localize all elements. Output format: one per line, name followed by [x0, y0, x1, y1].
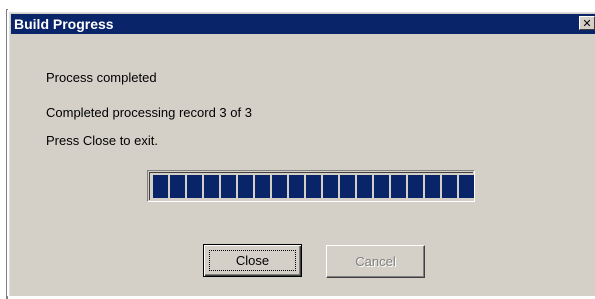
title-bar[interactable]: Build Progress ✕	[11, 14, 595, 34]
cancel-button: Cancel	[326, 245, 425, 278]
progress-chunk	[408, 175, 423, 198]
progress-chunk	[170, 175, 185, 198]
status-message: Process completed	[46, 70, 157, 85]
dialog-title: Build Progress	[14, 16, 114, 32]
progress-chunk	[323, 175, 338, 198]
progress-chunk	[187, 175, 202, 198]
progress-chunk	[374, 175, 389, 198]
instruction-message: Press Close to exit.	[46, 133, 158, 148]
progress-chunk	[391, 175, 406, 198]
progress-bar	[147, 170, 475, 202]
screen: Build Progress ✕ Process completed Compl…	[0, 0, 595, 299]
progress-chunk	[221, 175, 236, 198]
close-button[interactable]: Close	[203, 244, 302, 277]
focus-rectangle	[209, 250, 296, 271]
progress-chunk	[425, 175, 440, 198]
record-progress-message: Completed processing record 3 of 3	[46, 105, 252, 120]
progress-bar-track	[149, 172, 474, 200]
progress-chunk	[238, 175, 253, 198]
progress-chunk	[255, 175, 270, 198]
progress-chunk	[357, 175, 372, 198]
progress-chunk	[442, 175, 457, 198]
progress-chunk	[340, 175, 355, 198]
build-progress-dialog: Build Progress ✕ Process completed Compl…	[7, 10, 595, 296]
progress-chunk	[289, 175, 304, 198]
close-icon[interactable]: ✕	[579, 16, 595, 30]
progress-chunk	[153, 175, 168, 198]
progress-chunk	[272, 175, 287, 198]
progress-chunk	[306, 175, 321, 198]
cancel-button-label: Cancel	[355, 254, 396, 269]
progress-chunk	[204, 175, 219, 198]
progress-chunk	[459, 175, 474, 198]
